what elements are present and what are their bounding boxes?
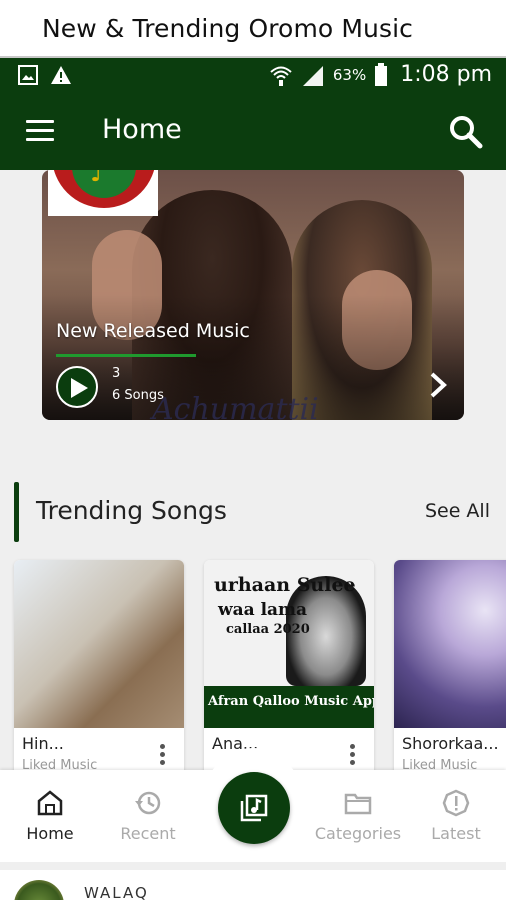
nav-recent[interactable]: Recent xyxy=(98,788,198,843)
song-card[interactable]: Hin... Liked Music xyxy=(14,560,184,770)
music-note-icon: ♪ xyxy=(90,170,107,188)
menu-icon[interactable] xyxy=(26,120,54,142)
song-title: Ana... xyxy=(212,734,259,753)
section-title: Trending Songs xyxy=(36,496,227,525)
search-icon[interactable] xyxy=(448,114,484,150)
song-title: Hin... xyxy=(22,734,64,753)
artwork-band-text: Afran Qalloo Music App xyxy=(208,694,374,709)
music-library-icon xyxy=(240,794,268,822)
chevron-right-icon[interactable] xyxy=(426,370,450,400)
trending-header: Trending Songs See All xyxy=(14,482,494,542)
status-bar: 63% 1:08 pm xyxy=(0,58,506,94)
more-options-icon[interactable] xyxy=(160,744,166,766)
song-artwork xyxy=(394,560,506,728)
status-time: 1:08 pm xyxy=(400,62,492,87)
play-icon xyxy=(71,378,88,398)
artwork-text: urhaan Sulee xyxy=(214,574,356,596)
section-accent xyxy=(14,482,19,542)
nav-label: Recent xyxy=(120,824,176,843)
battery-icon xyxy=(375,62,388,86)
home-icon xyxy=(37,790,63,816)
page-title: Home xyxy=(102,114,182,145)
play-button[interactable] xyxy=(56,366,98,408)
song-card[interactable]: urhaan Sulee waa lama callaa 2020 Afran … xyxy=(204,560,374,770)
list-item[interactable] xyxy=(0,870,506,900)
nav-categories[interactable]: Categories xyxy=(308,788,408,843)
alert-icon xyxy=(442,789,470,817)
caption-text: New & Trending Oromo Music xyxy=(42,14,413,43)
song-title: Shororkaa... xyxy=(402,734,499,753)
banner-watermark: Achumattii xyxy=(152,392,319,420)
signal-icon xyxy=(302,65,323,86)
music-library-button[interactable] xyxy=(218,772,290,844)
nav-home[interactable]: Home xyxy=(0,788,100,843)
app-logo: ♪ xyxy=(48,170,158,216)
history-icon xyxy=(135,791,161,815)
featured-banner[interactable]: ♪ Achumattii New Released Music 3 6 Song… xyxy=(42,170,464,420)
caption-header: New & Trending Oromo Music xyxy=(0,0,506,58)
banner-title: New Released Music xyxy=(56,320,250,342)
song-artwork: urhaan Sulee waa lama callaa 2020 Afran … xyxy=(204,560,374,728)
status-right: 63% 1:08 pm xyxy=(269,62,492,87)
artwork-text: waa lama xyxy=(218,600,308,620)
banner-song-count: 6 Songs xyxy=(112,388,164,403)
next-list-peek: WALAQ xyxy=(0,862,506,900)
more-options-icon[interactable] xyxy=(350,744,356,766)
battery-percent: 63% xyxy=(332,65,367,84)
warning-icon xyxy=(51,66,71,84)
banner-count: 3 xyxy=(112,366,121,381)
nav-label: Categories xyxy=(314,824,402,843)
song-card[interactable]: Shororkaa... Liked Music xyxy=(394,560,506,770)
song-subtitle: Liked Music xyxy=(22,758,98,770)
gallery-notification-icon xyxy=(18,65,38,85)
see-all-link[interactable]: See All xyxy=(425,500,490,522)
artwork-text: callaa 2020 xyxy=(226,622,310,637)
status-left xyxy=(18,65,72,85)
banner-progress xyxy=(56,354,196,357)
nav-label: Latest xyxy=(431,824,481,843)
nav-latest[interactable]: Latest xyxy=(406,788,506,843)
nav-label: Home xyxy=(26,824,74,843)
folder-icon xyxy=(344,793,372,815)
list-item-title: WALAQ xyxy=(84,884,149,900)
trending-list[interactable]: Hin... Liked Music urhaan Sulee waa lama… xyxy=(0,560,506,770)
song-artwork xyxy=(14,560,184,728)
wifi-icon xyxy=(270,66,292,86)
home-content[interactable]: ♪ Achumattii New Released Music 3 6 Song… xyxy=(0,170,506,770)
song-subtitle: Liked Music xyxy=(402,758,478,770)
app-bar: Home xyxy=(0,94,506,170)
